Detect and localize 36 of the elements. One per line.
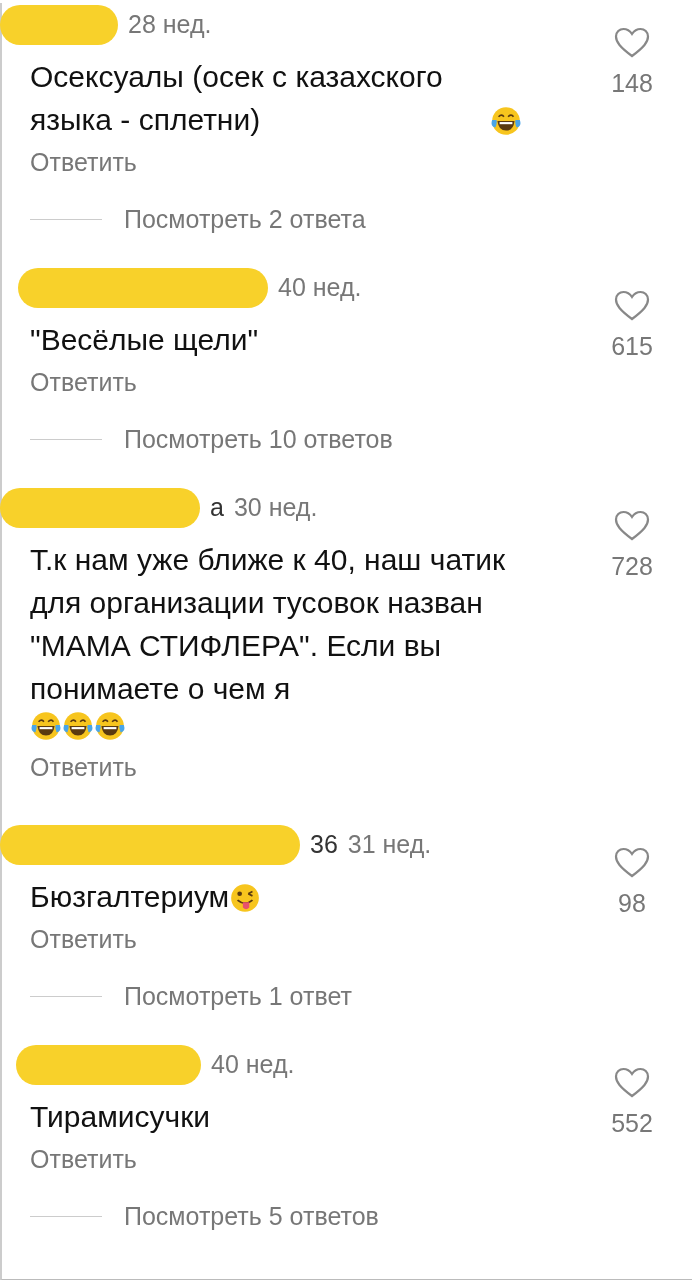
tongue-emoji-icon bbox=[229, 882, 262, 914]
like-count: 148 bbox=[611, 68, 653, 99]
comment-time: 28 нед. bbox=[128, 9, 212, 41]
comment-text: Бюзгалтериум bbox=[30, 879, 230, 915]
heart-icon[interactable] bbox=[614, 510, 650, 542]
like-count: 615 bbox=[611, 331, 653, 362]
laughing-emoji-icon bbox=[490, 105, 522, 137]
laughing-emoji-icon bbox=[62, 710, 94, 742]
comment-text: Т.к нам уже ближе к 40, наш чатик для организации тусовок назван "МАМА СТИФЛЕРА". Если вы понимаете о чем я bbox=[30, 542, 507, 707]
comment-text: "Весёлые щели" bbox=[30, 322, 259, 358]
reply-link[interactable]: Ответить bbox=[30, 752, 137, 782]
view-replies-link[interactable]: Посмотреть 2 ответа bbox=[124, 204, 366, 234]
reply-link[interactable]: Ответить bbox=[30, 147, 137, 177]
view-replies-link[interactable]: Посмотреть 1 ответ bbox=[124, 981, 352, 1011]
comment-time: 30 нед. bbox=[233, 492, 318, 524]
username: а bbox=[210, 492, 224, 524]
like-count: 728 bbox=[611, 551, 653, 582]
heart-icon[interactable] bbox=[614, 27, 650, 59]
comment-text: Тирамисучки bbox=[30, 1099, 211, 1135]
view-replies-link[interactable]: Посмотреть 5 ответов bbox=[124, 1201, 379, 1231]
username: 36 bbox=[310, 829, 338, 861]
view-replies-link[interactable]: Посмотреть 10 ответов bbox=[124, 424, 393, 454]
comment-time: 40 нед. bbox=[278, 272, 362, 304]
reply-link[interactable]: Ответить bbox=[30, 924, 137, 954]
heart-icon[interactable] bbox=[614, 1067, 650, 1099]
heart-icon[interactable] bbox=[614, 290, 650, 322]
heart-icon[interactable] bbox=[614, 847, 650, 879]
reply-link[interactable]: Ответить bbox=[30, 1144, 137, 1174]
like-count: 552 bbox=[611, 1108, 653, 1139]
like-count: 98 bbox=[618, 888, 646, 919]
comment-text: Осексуалы (осек с казахского языка - сплетни) bbox=[30, 59, 444, 138]
reply-link[interactable]: Ответить bbox=[30, 367, 137, 397]
laughing-emoji-icon bbox=[30, 710, 62, 742]
comment-time: 31 нед. bbox=[347, 829, 432, 861]
comment-time: 40 нед. bbox=[211, 1049, 295, 1081]
laughing-emoji-icon bbox=[94, 710, 126, 742]
